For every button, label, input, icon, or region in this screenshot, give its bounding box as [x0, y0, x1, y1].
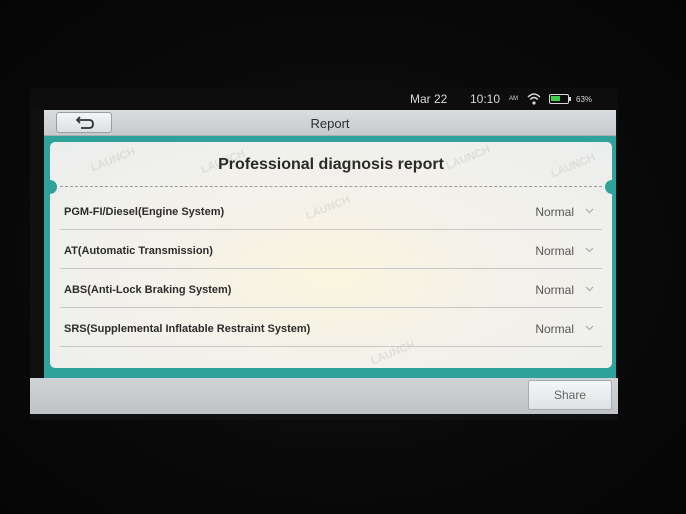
card-notch-left [50, 180, 57, 194]
system-row[interactable]: ABS(Anti-Lock Braking System) Normal [60, 270, 602, 308]
report-card: LAUNCH LAUNCH LAUNCH LAUNCH LAUNCH LAUNC… [50, 142, 612, 368]
system-row[interactable]: SRS(Supplemental Inflatable Restraint Sy… [60, 309, 602, 347]
battery-nub [569, 97, 571, 101]
status-time: 10:10 [470, 92, 501, 106]
chevron-down-icon[interactable] [585, 286, 594, 292]
heading-divider [60, 186, 602, 187]
system-name: PGM-FI/Diesel(Engine System) [64, 206, 225, 218]
battery-percent: 63% [576, 95, 593, 104]
system-status: Normal [535, 244, 574, 258]
photo-background: Mar 22 10:10 AM 63% Report LAUNCH LAUNCH… [0, 0, 686, 514]
system-row[interactable]: AT(Automatic Transmission) Normal [60, 231, 602, 269]
system-status: Normal [535, 283, 574, 297]
bottom-toolbar: Share [30, 378, 618, 414]
card-notch-right [605, 180, 612, 194]
device-screen: Mar 22 10:10 AM 63% Report LAUNCH LAUNCH… [30, 88, 618, 420]
status-date: Mar 22 [410, 92, 448, 106]
share-button[interactable]: Share [528, 380, 612, 410]
page-title: Report [310, 116, 350, 131]
report-heading: Professional diagnosis report [218, 156, 444, 173]
battery-level-fill [551, 96, 560, 101]
chevron-down-icon[interactable] [585, 325, 594, 331]
battery-icon [549, 94, 569, 104]
wifi-icon [527, 93, 541, 105]
chevron-down-icon[interactable] [585, 208, 594, 214]
status-ampm: AM [509, 96, 518, 102]
status-bar: Mar 22 10:10 AM 63% [30, 88, 618, 110]
title-bar: Report [44, 110, 616, 136]
system-status: Normal [535, 322, 574, 336]
system-status: Normal [535, 205, 574, 219]
system-row[interactable]: PGM-FI/Diesel(Engine System) Normal [60, 192, 602, 230]
report-content: LAUNCH LAUNCH LAUNCH LAUNCH LAUNCH LAUNC… [44, 136, 616, 378]
system-name: AT(Automatic Transmission) [64, 245, 213, 257]
system-name: SRS(Supplemental Inflatable Restraint Sy… [64, 323, 311, 335]
system-name: ABS(Anti-Lock Braking System) [64, 284, 232, 296]
chevron-down-icon[interactable] [585, 247, 594, 253]
